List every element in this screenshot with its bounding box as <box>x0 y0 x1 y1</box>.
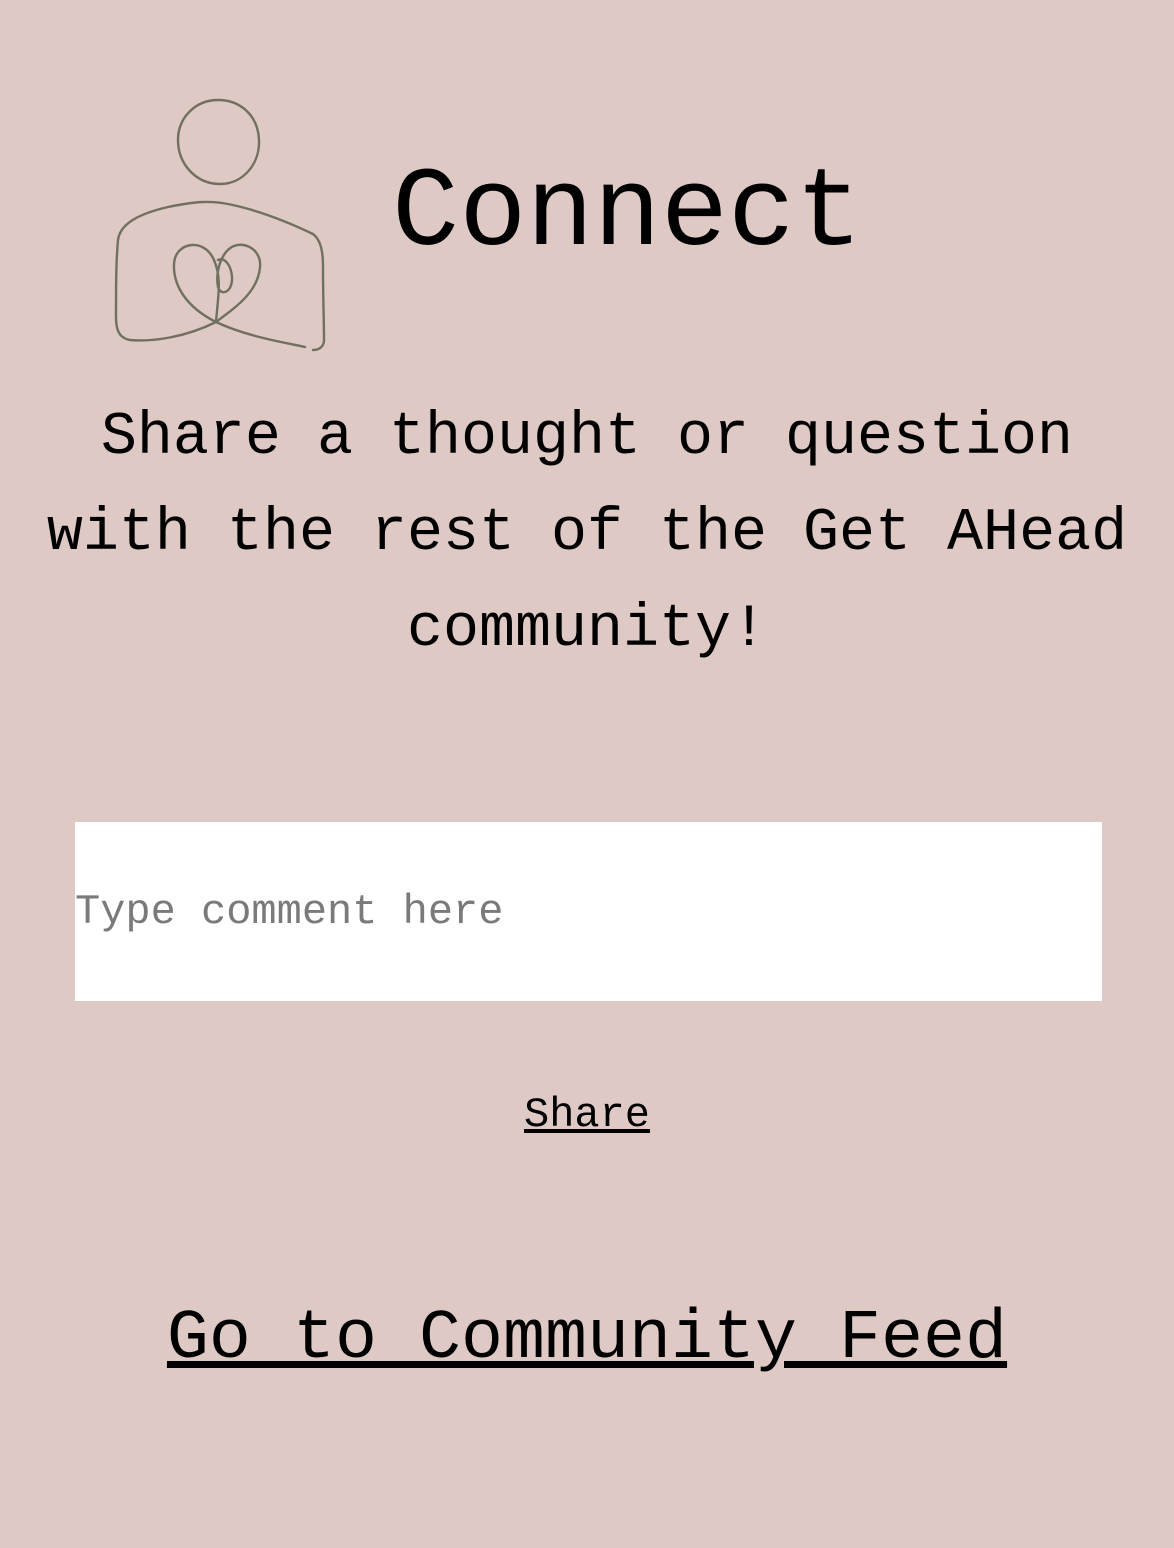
comment-input[interactable] <box>75 822 1102 1001</box>
person-heart-icon <box>108 92 334 358</box>
header: Connect <box>0 0 1174 370</box>
share-button[interactable]: Share <box>0 1085 1174 1145</box>
page-title: Connect <box>392 151 863 278</box>
intro-text: Share a thought or question with the res… <box>46 404 1128 664</box>
community-feed-link[interactable]: Go to Community Feed <box>0 1295 1174 1385</box>
